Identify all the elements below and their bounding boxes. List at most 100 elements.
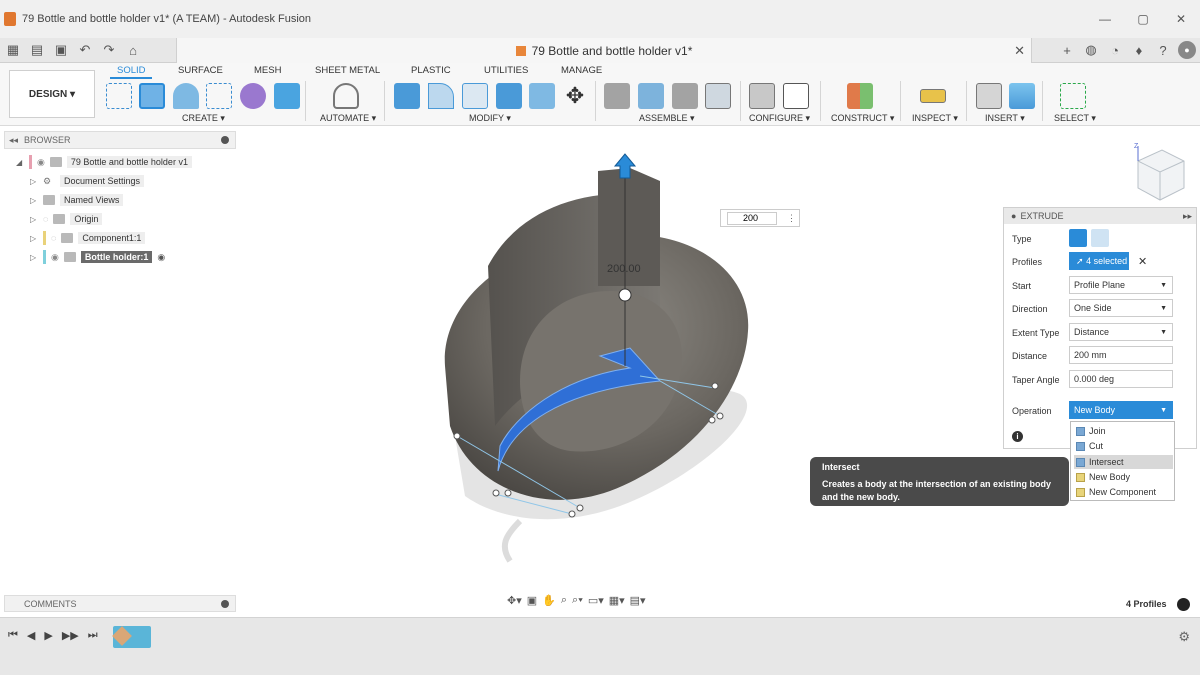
sketch-point[interactable] — [504, 489, 512, 497]
menu-item-join[interactable]: Join — [1074, 424, 1173, 438]
extrude-icon[interactable] — [139, 83, 165, 109]
offset-face-icon[interactable] — [529, 83, 555, 109]
configuration-table-icon[interactable] — [783, 83, 809, 109]
tab-mesh[interactable]: MESH — [254, 65, 281, 76]
type-solid-button[interactable] — [1069, 229, 1087, 247]
pan-icon[interactable]: ✋ — [542, 594, 556, 607]
grid-settings-icon[interactable]: ▦▾ — [609, 594, 625, 607]
workspace-switcher[interactable]: DESIGN ▾ — [9, 70, 95, 118]
timeline-start-icon[interactable]: ⏮ — [8, 629, 18, 642]
maximize-button[interactable]: ▢ — [1124, 0, 1162, 38]
zoom-icon[interactable]: ⌕ — [561, 594, 567, 607]
sketch-point[interactable] — [568, 510, 576, 518]
taper-angle-field[interactable]: 0.000 deg — [1069, 370, 1173, 388]
sketch-point[interactable] — [492, 489, 500, 497]
more-options-icon[interactable]: ⋮ — [787, 213, 796, 224]
timeline-forward-icon[interactable]: ▶▶ — [62, 629, 79, 642]
sketch-point[interactable] — [716, 412, 724, 420]
menu-item-intersect[interactable]: Intersect — [1074, 455, 1173, 469]
status-indicator-icon[interactable] — [1177, 598, 1190, 611]
timeline-back-icon[interactable]: ◀ — [27, 629, 35, 642]
tab-manage[interactable]: MANAGE — [561, 65, 602, 76]
save-icon[interactable]: ▣ — [52, 42, 70, 58]
new-component-icon[interactable] — [604, 83, 630, 109]
tab-sheet-metal[interactable]: SHEET METAL — [315, 65, 380, 76]
automate-menu[interactable]: AUTOMATE ▾ — [320, 113, 376, 124]
start-select[interactable]: Profile Plane ▼ — [1069, 276, 1173, 294]
distance-inline-field[interactable] — [727, 211, 777, 225]
redo-icon[interactable]: ↷ — [100, 42, 118, 58]
info-icon[interactable]: i — [1012, 431, 1023, 442]
zoom-window-icon[interactable]: ⌕▾ — [572, 594, 583, 607]
press-pull-icon[interactable] — [394, 83, 420, 109]
view-cube[interactable]: Z — [1134, 143, 1185, 201]
comments-add-icon[interactable] — [221, 600, 229, 608]
fillet-icon[interactable] — [428, 83, 454, 109]
distance-field[interactable]: 200 mm — [1069, 346, 1173, 364]
operation-select[interactable]: New Body ▼ — [1069, 401, 1173, 419]
joint-icon[interactable] — [638, 83, 664, 109]
sketch-point[interactable] — [576, 504, 584, 512]
menu-item-new-component[interactable]: New Component — [1074, 485, 1173, 499]
user-avatar[interactable]: ● — [1178, 41, 1196, 59]
revolve-icon[interactable] — [173, 83, 199, 109]
configure-menu[interactable]: CONFIGURE ▾ — [749, 113, 810, 124]
menu-item-cut[interactable]: Cut — [1074, 439, 1173, 453]
timeline-end-icon[interactable]: ⏭ — [88, 629, 98, 642]
insert-canvas-icon[interactable] — [1009, 83, 1035, 109]
as-built-joint-icon[interactable] — [672, 83, 698, 109]
expand-dialog-icon[interactable]: ▸▸ — [1183, 211, 1192, 222]
file-menu-icon[interactable]: ▤ — [28, 42, 46, 58]
configure-icon[interactable] — [749, 83, 775, 109]
notifications-icon[interactable]: ♦ — [1130, 41, 1148, 59]
document-tab[interactable]: 79 Bottle and bottle holder v1* ✕ — [176, 38, 1032, 63]
minimize-button[interactable]: — — [1086, 0, 1124, 38]
tab-surface[interactable]: SURFACE — [178, 65, 223, 76]
distance-inline-input[interactable]: ⋮ — [720, 209, 800, 227]
measure-icon[interactable] — [920, 89, 946, 103]
shell-icon[interactable] — [462, 83, 488, 109]
help-icon[interactable]: ? — [1154, 41, 1172, 59]
move-icon[interactable]: ✥ — [562, 83, 588, 109]
close-window-button[interactable]: ✕ — [1162, 0, 1200, 38]
close-tab-button[interactable]: ✕ — [1014, 43, 1025, 59]
menu-item-new-body[interactable]: New Body — [1074, 470, 1173, 484]
new-tab-icon[interactable]: + — [1058, 41, 1076, 59]
orbit-icon[interactable]: ✥▾ — [507, 594, 522, 607]
extent-type-select[interactable]: Distance ▼ — [1069, 323, 1173, 341]
assemble-menu[interactable]: ASSEMBLE ▾ — [639, 113, 695, 124]
automate-icon[interactable] — [333, 83, 359, 109]
type-thin-button[interactable] — [1091, 229, 1109, 247]
joint-origin-icon[interactable] — [705, 83, 731, 109]
profiles-selection[interactable]: ➚ 4 selected — [1069, 252, 1129, 270]
direction-select[interactable]: One Side ▼ — [1069, 299, 1173, 317]
offset-plane-icon[interactable] — [847, 83, 873, 109]
box-icon[interactable] — [274, 83, 300, 109]
form-icon[interactable] — [240, 83, 266, 109]
combine-icon[interactable] — [496, 83, 522, 109]
select-icon[interactable] — [1060, 83, 1086, 109]
extrude-dialog-header[interactable]: ● EXTRUDE ▸▸ — [1004, 208, 1196, 224]
sketch-point[interactable] — [711, 382, 719, 390]
construct-menu[interactable]: CONSTRUCT ▾ — [831, 113, 894, 124]
create-sketch-icon[interactable] — [106, 83, 132, 109]
look-at-icon[interactable]: ▣ — [527, 594, 537, 607]
clear-selection-icon[interactable]: ✕ — [1138, 255, 1147, 268]
app-grid-icon[interactable]: ▦ — [4, 42, 22, 58]
insert-derive-icon[interactable] — [976, 83, 1002, 109]
viewports-icon[interactable]: ▤▾ — [630, 594, 646, 607]
sketch-point[interactable] — [453, 432, 461, 440]
extensions-icon[interactable]: ◍ — [1082, 41, 1100, 59]
tab-utilities[interactable]: UTILITIES — [484, 65, 528, 76]
select-menu[interactable]: SELECT ▾ — [1054, 113, 1096, 124]
modify-menu[interactable]: MODIFY ▾ — [469, 113, 511, 124]
create-menu[interactable]: CREATE ▾ — [182, 113, 225, 124]
insert-menu[interactable]: INSERT ▾ — [985, 113, 1025, 124]
timeline-settings-gear-icon[interactable]: ⚙ — [1178, 629, 1190, 645]
sweep-icon[interactable] — [206, 83, 232, 109]
timeline-play-icon[interactable]: ▶ — [44, 629, 52, 642]
job-status-icon[interactable]: ◔ — [1106, 41, 1124, 59]
origin-point[interactable] — [618, 288, 632, 302]
tab-solid[interactable]: SOLID — [117, 65, 146, 76]
timeline-feature-extrude[interactable] — [112, 626, 151, 648]
